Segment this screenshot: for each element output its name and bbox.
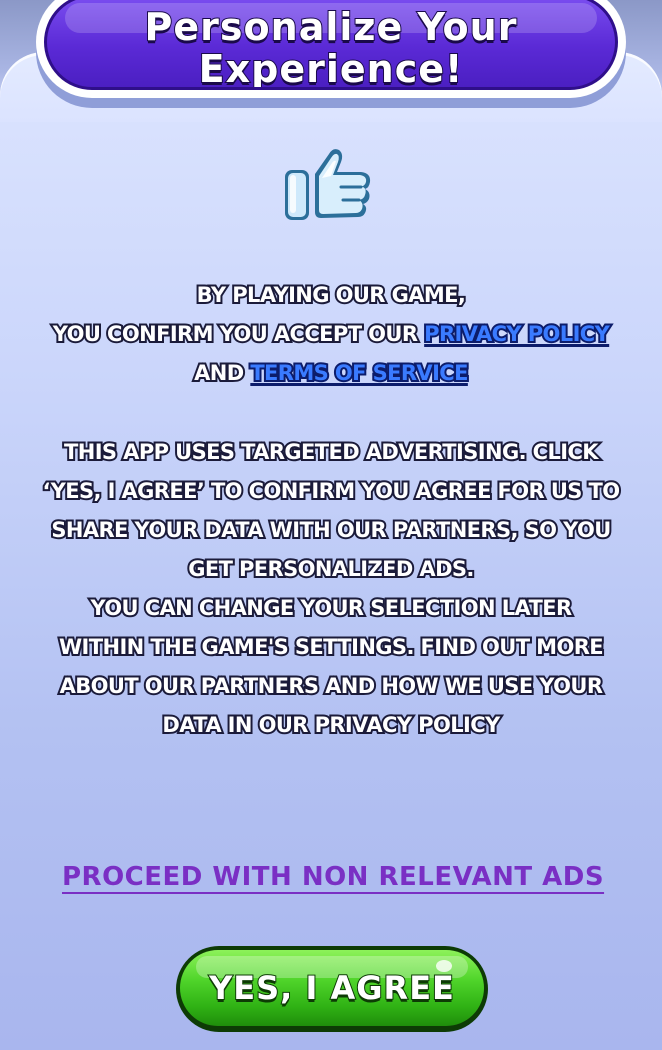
consent-line-3-text: AND <box>192 359 246 387</box>
consent-line-1: BY PLAYING OUR GAME, <box>195 281 468 309</box>
ads-info-line: ABOUT OUR PARTNERS AND HOW WE USE YOUR <box>58 672 605 700</box>
ads-info-line: WITHIN THE GAME'S SETTINGS. FIND OUT MOR… <box>57 633 606 661</box>
ads-info-line: THIS APP USES TARGETED ADVERTISING. CLIC… <box>62 438 601 466</box>
yes-i-agree-button[interactable]: YES, I AGREE <box>176 946 488 1032</box>
ads-info-line: SHARE YOUR DATA WITH OUR PARTNERS, SO YO… <box>49 516 613 544</box>
dialog-title-line-2: Experience! <box>198 47 464 90</box>
proceed-non-relevant-ads-link[interactable]: PROCEED WITH NON RELEVANT ADS <box>62 862 604 892</box>
ads-info-text: THIS APP USES TARGETED ADVERTISING. CLIC… <box>10 433 652 745</box>
consent-dialog: Personalize Your Experience! BY PLAYING … <box>0 0 662 1050</box>
dialog-title: Personalize Your Experience! <box>121 5 541 90</box>
yes-i-agree-button-face: YES, I AGREE <box>180 950 484 1026</box>
consent-text: BY PLAYING OUR GAME, YOU CONFIRM YOU ACC… <box>10 276 652 393</box>
privacy-policy-link[interactable]: PRIVACY POLICY <box>422 320 612 348</box>
yes-i-agree-label: YES, I AGREE <box>208 968 455 1008</box>
dialog-title-line-1: Personalize Your <box>144 5 518 49</box>
consent-line-2-text: YOU CONFIRM YOU ACCEPT OUR <box>51 320 420 348</box>
ads-info-line: YOU CAN CHANGE YOUR SELECTION LATER <box>88 594 574 622</box>
ads-info-line: ‘YES, I AGREE’ TO CONFIRM YOU AGREE FOR … <box>40 477 622 505</box>
ads-info-line: DATA IN OUR PRIVACY POLICY <box>160 711 502 739</box>
consent-line-2: YOU CONFIRM YOU ACCEPT OUR PRIVACY POLIC… <box>10 315 652 354</box>
title-banner-inner: Personalize Your Experience! <box>44 0 618 90</box>
consent-line-3: AND TERMS OF SERVICE <box>10 354 652 393</box>
ads-info-line: GET PERSONALIZED ADS. <box>186 555 476 583</box>
terms-of-service-link[interactable]: TERMS OF SERVICE <box>248 359 470 387</box>
thumbs-up-icon <box>285 149 371 220</box>
title-banner: Personalize Your Experience! <box>36 0 626 98</box>
